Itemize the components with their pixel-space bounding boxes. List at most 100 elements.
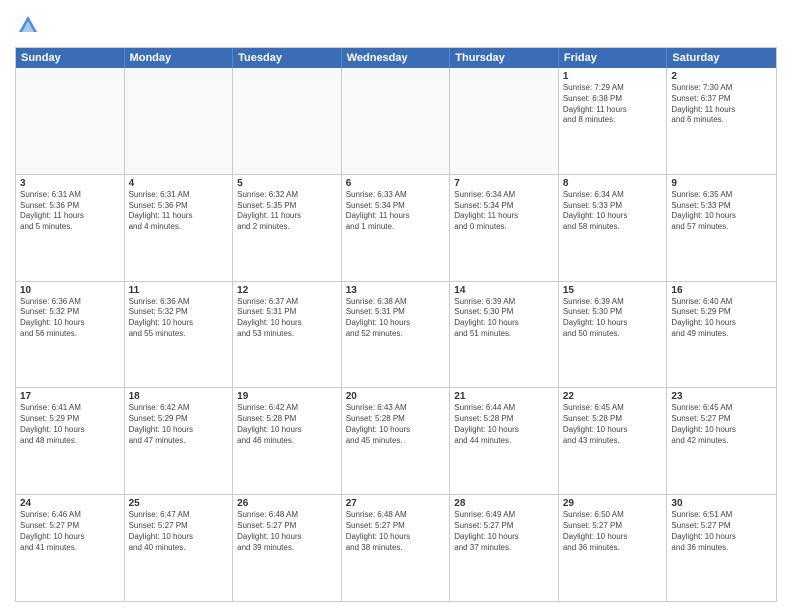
day-number: 26 [237,498,337,509]
calendar-cell-empty [233,68,342,174]
cell-sun-info: Sunrise: 6:38 AM Sunset: 5:31 PM Dayligh… [346,297,446,340]
calendar-cell-empty [450,68,559,174]
weekday-header-friday: Friday [559,48,668,68]
calendar-cell-day-19: 19Sunrise: 6:42 AM Sunset: 5:28 PM Dayli… [233,388,342,494]
calendar-cell-day-12: 12Sunrise: 6:37 AM Sunset: 5:31 PM Dayli… [233,282,342,388]
day-number: 27 [346,498,446,509]
day-number: 24 [20,498,120,509]
day-number: 15 [563,285,663,296]
calendar-body: 1Sunrise: 7:29 AM Sunset: 6:38 PM Daylig… [16,68,776,601]
cell-sun-info: Sunrise: 6:31 AM Sunset: 5:36 PM Dayligh… [20,190,120,233]
day-number: 22 [563,391,663,402]
day-number: 23 [671,391,772,402]
cell-sun-info: Sunrise: 6:45 AM Sunset: 5:27 PM Dayligh… [671,403,772,446]
calendar-cell-day-2: 2Sunrise: 7:30 AM Sunset: 6:37 PM Daylig… [667,68,776,174]
day-number: 25 [129,498,229,509]
cell-sun-info: Sunrise: 6:33 AM Sunset: 5:34 PM Dayligh… [346,190,446,233]
calendar-cell-day-10: 10Sunrise: 6:36 AM Sunset: 5:32 PM Dayli… [16,282,125,388]
day-number: 6 [346,178,446,189]
logo-icon [17,14,39,36]
calendar-cell-day-18: 18Sunrise: 6:42 AM Sunset: 5:29 PM Dayli… [125,388,234,494]
calendar-cell-day-20: 20Sunrise: 6:43 AM Sunset: 5:28 PM Dayli… [342,388,451,494]
calendar-cell-day-27: 27Sunrise: 6:48 AM Sunset: 5:27 PM Dayli… [342,495,451,601]
day-number: 28 [454,498,554,509]
weekday-header-tuesday: Tuesday [233,48,342,68]
day-number: 29 [563,498,663,509]
calendar-cell-day-15: 15Sunrise: 6:39 AM Sunset: 5:30 PM Dayli… [559,282,668,388]
cell-sun-info: Sunrise: 6:34 AM Sunset: 5:34 PM Dayligh… [454,190,554,233]
calendar-cell-day-8: 8Sunrise: 6:34 AM Sunset: 5:33 PM Daylig… [559,175,668,281]
calendar-page: SundayMondayTuesdayWednesdayThursdayFrid… [0,0,792,612]
day-number: 4 [129,178,229,189]
calendar-cell-day-21: 21Sunrise: 6:44 AM Sunset: 5:28 PM Dayli… [450,388,559,494]
calendar-cell-day-6: 6Sunrise: 6:33 AM Sunset: 5:34 PM Daylig… [342,175,451,281]
calendar-cell-day-7: 7Sunrise: 6:34 AM Sunset: 5:34 PM Daylig… [450,175,559,281]
calendar-row-0: 1Sunrise: 7:29 AM Sunset: 6:38 PM Daylig… [16,68,776,175]
calendar-cell-day-17: 17Sunrise: 6:41 AM Sunset: 5:29 PM Dayli… [16,388,125,494]
cell-sun-info: Sunrise: 7:29 AM Sunset: 6:38 PM Dayligh… [563,83,663,126]
weekday-header-thursday: Thursday [450,48,559,68]
calendar-row-2: 10Sunrise: 6:36 AM Sunset: 5:32 PM Dayli… [16,282,776,389]
calendar-cell-day-14: 14Sunrise: 6:39 AM Sunset: 5:30 PM Dayli… [450,282,559,388]
cell-sun-info: Sunrise: 6:39 AM Sunset: 5:30 PM Dayligh… [454,297,554,340]
calendar-cell-day-22: 22Sunrise: 6:45 AM Sunset: 5:28 PM Dayli… [559,388,668,494]
calendar-cell-empty [342,68,451,174]
calendar-cell-empty [125,68,234,174]
cell-sun-info: Sunrise: 6:48 AM Sunset: 5:27 PM Dayligh… [346,510,446,553]
calendar-cell-day-1: 1Sunrise: 7:29 AM Sunset: 6:38 PM Daylig… [559,68,668,174]
cell-sun-info: Sunrise: 6:36 AM Sunset: 5:32 PM Dayligh… [129,297,229,340]
cell-sun-info: Sunrise: 6:51 AM Sunset: 5:27 PM Dayligh… [671,510,772,553]
calendar-cell-day-26: 26Sunrise: 6:48 AM Sunset: 5:27 PM Dayli… [233,495,342,601]
calendar-cell-day-11: 11Sunrise: 6:36 AM Sunset: 5:32 PM Dayli… [125,282,234,388]
day-number: 3 [20,178,120,189]
day-number: 7 [454,178,554,189]
calendar-cell-day-24: 24Sunrise: 6:46 AM Sunset: 5:27 PM Dayli… [16,495,125,601]
weekday-header-sunday: Sunday [16,48,125,68]
calendar-row-1: 3Sunrise: 6:31 AM Sunset: 5:36 PM Daylig… [16,175,776,282]
calendar-cell-day-3: 3Sunrise: 6:31 AM Sunset: 5:36 PM Daylig… [16,175,125,281]
day-number: 5 [237,178,337,189]
cell-sun-info: Sunrise: 6:45 AM Sunset: 5:28 PM Dayligh… [563,403,663,446]
day-number: 18 [129,391,229,402]
cell-sun-info: Sunrise: 6:50 AM Sunset: 5:27 PM Dayligh… [563,510,663,553]
cell-sun-info: Sunrise: 7:30 AM Sunset: 6:37 PM Dayligh… [671,83,772,126]
cell-sun-info: Sunrise: 6:31 AM Sunset: 5:36 PM Dayligh… [129,190,229,233]
day-number: 12 [237,285,337,296]
day-number: 14 [454,285,554,296]
cell-sun-info: Sunrise: 6:41 AM Sunset: 5:29 PM Dayligh… [20,403,120,446]
cell-sun-info: Sunrise: 6:32 AM Sunset: 5:35 PM Dayligh… [237,190,337,233]
calendar-cell-day-30: 30Sunrise: 6:51 AM Sunset: 5:27 PM Dayli… [667,495,776,601]
cell-sun-info: Sunrise: 6:42 AM Sunset: 5:28 PM Dayligh… [237,403,337,446]
calendar-cell-day-9: 9Sunrise: 6:35 AM Sunset: 5:33 PM Daylig… [667,175,776,281]
day-number: 2 [671,71,772,82]
day-number: 30 [671,498,772,509]
calendar-cell-day-16: 16Sunrise: 6:40 AM Sunset: 5:29 PM Dayli… [667,282,776,388]
cell-sun-info: Sunrise: 6:37 AM Sunset: 5:31 PM Dayligh… [237,297,337,340]
calendar-header: SundayMondayTuesdayWednesdayThursdayFrid… [16,48,776,68]
day-number: 19 [237,391,337,402]
calendar-cell-day-13: 13Sunrise: 6:38 AM Sunset: 5:31 PM Dayli… [342,282,451,388]
calendar-cell-empty [16,68,125,174]
day-number: 9 [671,178,772,189]
calendar-cell-day-25: 25Sunrise: 6:47 AM Sunset: 5:27 PM Dayli… [125,495,234,601]
day-number: 1 [563,71,663,82]
weekday-header-saturday: Saturday [667,48,776,68]
day-number: 11 [129,285,229,296]
calendar-row-3: 17Sunrise: 6:41 AM Sunset: 5:29 PM Dayli… [16,388,776,495]
logo [15,14,39,41]
calendar-cell-day-4: 4Sunrise: 6:31 AM Sunset: 5:36 PM Daylig… [125,175,234,281]
day-number: 20 [346,391,446,402]
day-number: 13 [346,285,446,296]
cell-sun-info: Sunrise: 6:43 AM Sunset: 5:28 PM Dayligh… [346,403,446,446]
day-number: 21 [454,391,554,402]
cell-sun-info: Sunrise: 6:48 AM Sunset: 5:27 PM Dayligh… [237,510,337,553]
calendar-cell-day-5: 5Sunrise: 6:32 AM Sunset: 5:35 PM Daylig… [233,175,342,281]
calendar-cell-day-23: 23Sunrise: 6:45 AM Sunset: 5:27 PM Dayli… [667,388,776,494]
calendar-cell-day-28: 28Sunrise: 6:49 AM Sunset: 5:27 PM Dayli… [450,495,559,601]
cell-sun-info: Sunrise: 6:35 AM Sunset: 5:33 PM Dayligh… [671,190,772,233]
day-number: 8 [563,178,663,189]
cell-sun-info: Sunrise: 6:46 AM Sunset: 5:27 PM Dayligh… [20,510,120,553]
cell-sun-info: Sunrise: 6:36 AM Sunset: 5:32 PM Dayligh… [20,297,120,340]
cell-sun-info: Sunrise: 6:42 AM Sunset: 5:29 PM Dayligh… [129,403,229,446]
calendar-row-4: 24Sunrise: 6:46 AM Sunset: 5:27 PM Dayli… [16,495,776,601]
